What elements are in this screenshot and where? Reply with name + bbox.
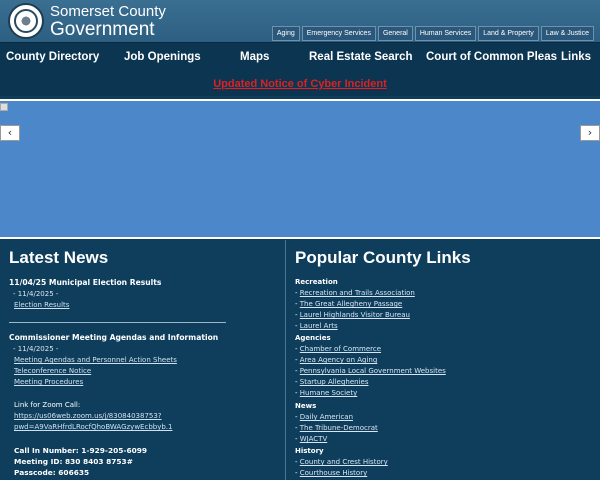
zoom-url-link-line1[interactable]: https://us06web.zoom.us/j/83084038753? (14, 412, 162, 420)
alert-bar: Updated Notice of Cyber Incident (0, 72, 600, 96)
nav-court-of-common-pleas[interactable]: Court of Common Pleas (426, 51, 557, 63)
nav-real-estate-search[interactable]: Real Estate Search (309, 51, 413, 63)
link-county-crest-history[interactable]: - County and Crest History (295, 458, 388, 466)
latest-news-section: Latest News 11/04/25 Municipal Election … (0, 240, 284, 480)
nav-county-directory[interactable]: County Directory (6, 51, 99, 63)
county-seal-logo[interactable] (8, 3, 44, 39)
category-history: History (295, 447, 324, 455)
news-divider (9, 322, 226, 323)
brand-line-2: Government (50, 19, 155, 40)
brand-line-1: Somerset County (50, 3, 166, 20)
link-daily-american[interactable]: - Daily American (295, 413, 353, 421)
teleconference-notice-link[interactable]: Teleconference Notice (14, 367, 91, 375)
link-area-agency-on-aging[interactable]: - Area Agency on Aging (295, 356, 377, 364)
news-item-title: Commissioner Meeting Agendas and Informa… (9, 333, 219, 342)
link-wjactv[interactable]: - WJACTV (295, 435, 327, 443)
carousel-prev-button[interactable]: ‹ (0, 125, 20, 141)
site-header: Somerset County Government Aging Emergen… (0, 0, 600, 42)
link-tribune-democrat[interactable]: - The Tribune-Democrat (295, 424, 378, 432)
meeting-agendas-link[interactable]: Meeting Agendas and Personnel Action She… (14, 356, 177, 364)
page: Somerset County Government Aging Emergen… (0, 0, 600, 480)
link-pa-local-government[interactable]: - Pennsylvania Local Government Websites (295, 367, 446, 375)
popular-links-heading: Popular County Links (295, 248, 471, 267)
call-in-number: Call In Number: 1-929-205-6099 (14, 446, 148, 455)
link-startup-alleghenies[interactable]: - Startup Alleghenies (295, 378, 368, 386)
carousel-next-button[interactable]: › (580, 125, 600, 141)
cyber-incident-alert-link[interactable]: Updated Notice of Cyber Incident (213, 78, 387, 90)
util-nav-human-services[interactable]: Human Services (414, 26, 477, 41)
category-recreation: Recreation (295, 278, 338, 286)
link-humane-society[interactable]: - Humane Society (295, 389, 357, 397)
meeting-procedures-link[interactable]: Meeting Procedures (14, 378, 83, 386)
news-item-title: 11/04/25 Municipal Election Results (9, 278, 162, 287)
util-nav-emergency-services[interactable]: Emergency Services (301, 26, 376, 41)
util-nav-law-justice[interactable]: Law & Justice (540, 26, 594, 41)
nav-maps[interactable]: Maps (240, 51, 269, 63)
zoom-label: Link for Zoom Call: (14, 401, 81, 409)
category-agencies: Agencies (295, 334, 331, 342)
util-nav-aging[interactable]: Aging (271, 26, 300, 41)
main-nav: County Directory Job Openings Maps Real … (0, 42, 600, 72)
meeting-id: Meeting ID: 830 8403 8753# (14, 457, 133, 466)
latest-news-heading: Latest News (9, 248, 109, 267)
election-results-link[interactable]: Election Results (14, 301, 69, 309)
passcode: Passcode: 606635 (14, 468, 90, 477)
site-brand[interactable]: Somerset County Government (50, 4, 166, 39)
popular-links-section: Popular County Links Recreation - Recrea… (285, 240, 600, 480)
category-news: News (295, 402, 317, 410)
link-courthouse-history[interactable]: - Courthouse History (295, 469, 367, 477)
zoom-url-link-line2[interactable]: pwd=A9VaRHfrdLRocfQhoBWAGzywEcbbyb.1 (14, 423, 172, 431)
util-nav-land-property[interactable]: Land & Property (478, 26, 539, 41)
utility-nav: Aging Emergency Services General Human S… (271, 26, 594, 41)
link-chamber-of-commerce[interactable]: - Chamber of Commerce (295, 345, 381, 353)
nav-links[interactable]: Links (561, 51, 591, 63)
news-item-date: - 11/4/2025 - (13, 345, 59, 353)
link-recreation-trails[interactable]: - Recreation and Trails Association (295, 289, 415, 297)
news-item-date: - 11/4/2025 - (13, 290, 59, 298)
link-great-allegheny-passage[interactable]: - The Great Allegheny Passage (295, 300, 402, 308)
util-nav-general[interactable]: General (377, 26, 413, 41)
nav-job-openings[interactable]: Job Openings (124, 51, 201, 63)
link-laurel-highlands[interactable]: - Laurel Highlands Visitor Bureau (295, 311, 410, 319)
image-carousel: ‹ › (0, 99, 600, 239)
link-laurel-arts[interactable]: - Laurel Arts (295, 322, 338, 330)
broken-image-icon (0, 103, 8, 111)
